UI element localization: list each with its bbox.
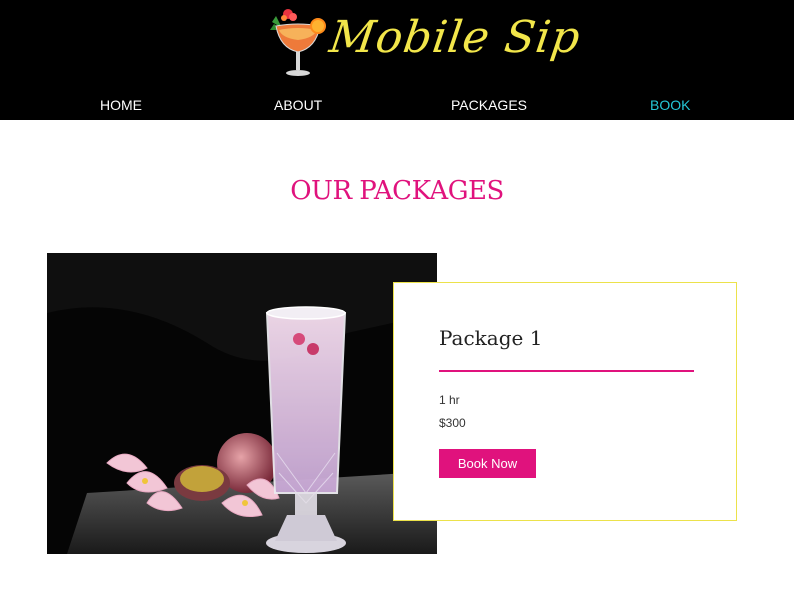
package-duration: 1 hr: [439, 393, 460, 407]
brand-name: Mobile Sip: [326, 12, 584, 63]
cocktail-glass-icon: [270, 9, 326, 76]
package-name: Package 1: [439, 326, 543, 350]
nav-packages[interactable]: PACKAGES: [451, 96, 527, 116]
package-price: $300: [439, 416, 466, 430]
nav-book[interactable]: BOOK: [650, 96, 690, 116]
page-title: OUR PACKAGES: [290, 176, 504, 206]
book-now-button[interactable]: Book Now: [439, 449, 536, 478]
package-photo: [47, 253, 437, 554]
package-card: Package 1 1 hr $300 Book Now: [393, 282, 737, 521]
nav-about[interactable]: ABOUT: [274, 96, 322, 116]
nav-home[interactable]: HOME: [100, 96, 142, 116]
site-header: Mobile Sip HOME ABOUT PACKAGES BOOK: [0, 0, 794, 120]
package-divider: [439, 370, 694, 372]
